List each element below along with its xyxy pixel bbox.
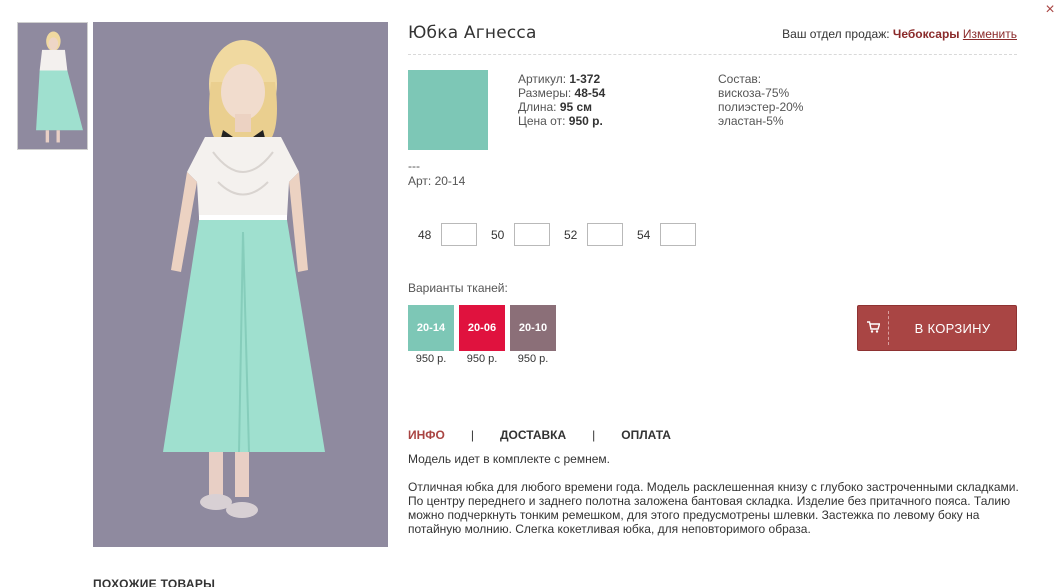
size-label: 54 (637, 227, 651, 242)
length-value: 95 см (559, 100, 593, 114)
composition: Состав: вискоза-75% полиэстер-20% эласта… (718, 72, 803, 128)
add-to-cart-button[interactable]: В КОРЗИНУ (857, 305, 1017, 351)
fabric-swatch[interactable]: 20-06 (459, 305, 505, 351)
size-label: 52 (564, 227, 578, 242)
fabric-swatch[interactable]: 20-10 (510, 305, 556, 351)
size-group: 48 (418, 223, 477, 246)
tab-info[interactable]: ИНФО (408, 428, 445, 442)
cart-icon (858, 320, 888, 336)
sizes-value: 48-54 (574, 86, 606, 100)
size-label: 48 (418, 227, 432, 242)
composition-item: полиэстер-20% (718, 100, 804, 114)
product-thumbnail[interactable] (17, 22, 88, 150)
color-swatch (408, 70, 488, 150)
department-label: Ваш отдел продаж: (782, 27, 890, 41)
composition-title: Состав: (718, 72, 762, 86)
product-specs: Артикул: 1-372 Размеры: 48-54 Длина: 95 … (518, 72, 605, 128)
sales-department: Ваш отдел продаж: Чебоксары Изменить (782, 27, 1017, 41)
description-note: Модель идет в комплекте с ремнем. (408, 452, 610, 466)
composition-item: эластан-5% (718, 114, 784, 128)
fabric-swatch[interactable]: 20-14 (408, 305, 454, 351)
article-code: Арт: 20-14 (408, 174, 466, 188)
size-quantity-row: 48 50 52 54 (418, 223, 710, 246)
price-value: 950 р. (568, 114, 603, 128)
size-48-quantity-input[interactable] (441, 223, 477, 246)
length-label: Длина: (518, 100, 557, 114)
size-group: 52 (564, 223, 623, 246)
separator-dashes: --- (408, 159, 420, 173)
composition-item: вискоза-75% (718, 86, 790, 100)
price-label: Цена от: (518, 114, 566, 128)
fabric-price: 950 р. (517, 353, 549, 365)
size-50-quantity-input[interactable] (514, 223, 550, 246)
fabric-variants-title: Варианты тканей: (408, 281, 508, 295)
fabric-price: 950 р. (415, 353, 447, 365)
fabric-variants: 20-14 950 р. 20-06 950 р. 20-10 950 р. (408, 305, 561, 365)
product-main-photo[interactable] (93, 22, 388, 547)
fabric-variant[interactable]: 20-10 950 р. (510, 305, 556, 365)
info-tabs: ИНФО | ДОСТАВКА | ОПЛАТА (408, 428, 671, 442)
sizes-label: Размеры: (518, 86, 572, 100)
product-title: Юбка Агнесса (408, 23, 537, 43)
article-label: Артикул: (518, 72, 567, 86)
tab-payment[interactable]: ОПЛАТА (621, 428, 671, 442)
close-icon[interactable]: × (1040, 0, 1060, 20)
fabric-price: 950 р. (466, 353, 498, 365)
size-group: 54 (637, 223, 696, 246)
size-52-quantity-input[interactable] (587, 223, 623, 246)
tab-separator: | (470, 428, 474, 442)
title-divider (408, 54, 1017, 55)
add-to-cart-label: В КОРЗИНУ (914, 320, 991, 336)
size-54-quantity-input[interactable] (660, 223, 696, 246)
fabric-variant[interactable]: 20-14 950 р. (408, 305, 454, 365)
change-department-link[interactable]: Изменить (963, 27, 1017, 41)
description-text: Отличная юбка для любого времени года. М… (408, 480, 1019, 536)
size-label: 50 (491, 227, 505, 242)
tab-delivery[interactable]: ДОСТАВКА (500, 428, 566, 442)
fabric-variant[interactable]: 20-06 950 р. (459, 305, 505, 365)
size-group: 50 (491, 223, 550, 246)
tab-separator: | (592, 428, 596, 442)
department-city: Чебоксары (892, 27, 960, 41)
article-value: 1-372 (569, 72, 601, 86)
related-products-title: ПОХОЖИЕ ТОВАРЫ (93, 577, 216, 587)
